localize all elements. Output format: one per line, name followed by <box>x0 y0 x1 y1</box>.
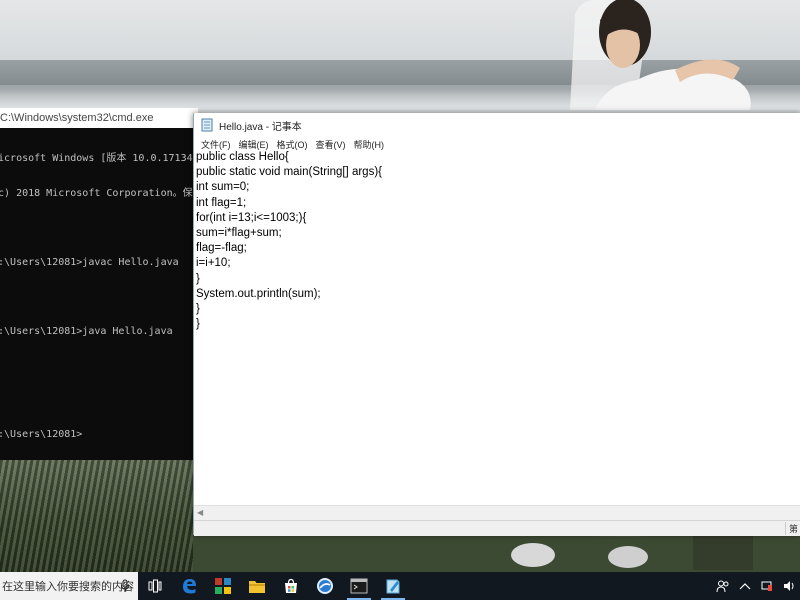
notepad-app-icon <box>201 118 213 132</box>
search-placeholder: 在这里输入你要搜索的内容 <box>2 581 134 593</box>
code-line: } <box>196 272 200 285</box>
code-line: } <box>196 302 200 315</box>
code-line: public class Hello{ <box>196 151 289 163</box>
browser-icon[interactable] <box>308 572 342 600</box>
horizontal-scrollbar[interactable]: ◀ <box>194 505 800 520</box>
cmd-console-output[interactable]: Microsoft Windows [版本 10.0.17134.950] (c… <box>0 128 198 464</box>
cmd-output-line <box>0 291 198 303</box>
scroll-left-arrow-icon[interactable]: ◀ <box>197 508 203 517</box>
code-line: for(int i=13;i<=1003;){ <box>196 211 307 224</box>
cmd-window[interactable]: C:\Windows\system32\cmd.exe Microsoft Wi… <box>0 108 198 460</box>
notepad-statusbar: 第 <box>194 520 800 536</box>
cmd-output-line: C:\Users\12081>javac Hello.java <box>0 256 179 268</box>
cmd-output-line: (c) 2018 Microsoft Corporation。保留所有权利。 <box>0 187 198 199</box>
notepad-window[interactable]: Hello.java - 记事本 文件(F) 编辑(E) 格式(O) 查看(V)… <box>193 113 800 536</box>
app-grid-icon[interactable] <box>206 572 240 600</box>
task-view-icon[interactable] <box>138 572 172 600</box>
code-line: i=i+10; <box>196 257 231 270</box>
microphone-icon[interactable] <box>120 579 130 593</box>
code-line: flag=-flag; <box>196 242 247 255</box>
cmd-output-line: C:\Users\12081>java Hello.java <box>0 325 173 337</box>
cmd-output-line: Microsoft Windows [版本 10.0.17134.950] <box>0 153 198 164</box>
status-position: 第 <box>785 522 800 535</box>
code-line: } <box>196 318 200 331</box>
code-line: int flag=1; <box>196 196 247 209</box>
cmd-titlebar[interactable]: C:\Windows\system32\cmd.exe <box>0 108 198 128</box>
code-line: System.out.println(sum); <box>196 287 321 300</box>
speaker-icon[interactable] <box>778 572 800 600</box>
cmd-output-line <box>0 395 198 407</box>
cmd-output-line <box>0 222 198 234</box>
code-line: sum=i*flag+sum; <box>196 226 282 239</box>
notepad-titlebar[interactable]: Hello.java - 记事本 <box>194 113 800 137</box>
chevron-up-icon[interactable] <box>734 572 756 600</box>
file-explorer-icon[interactable] <box>240 572 274 600</box>
taskbar-search-box[interactable]: 在这里输入你要搜索的内容 <box>0 572 138 600</box>
store-icon[interactable] <box>274 572 308 600</box>
cmd-prompt-line: C:\Users\12081> <box>0 429 83 440</box>
edge-icon[interactable] <box>172 572 206 600</box>
code-line: int sum=0; <box>196 181 250 194</box>
system-tray <box>712 572 800 600</box>
notepad-title: Hello.java - 记事本 <box>219 121 302 133</box>
people-icon[interactable] <box>712 572 734 600</box>
notepad-icon[interactable] <box>376 572 410 600</box>
cmd-output-line: 0 <box>0 360 198 372</box>
cmd-title: C:\Windows\system32\cmd.exe <box>0 112 154 124</box>
wallpaper-person <box>570 0 751 110</box>
cmd-icon[interactable] <box>342 572 376 600</box>
taskbar: 在这里输入你要搜索的内容 <box>0 572 800 600</box>
notepad-text-editor[interactable]: public class Hello{ public static void m… <box>194 150 795 520</box>
code-line: public static void main(String[] args){ <box>196 166 382 179</box>
network-icon[interactable] <box>756 572 778 600</box>
